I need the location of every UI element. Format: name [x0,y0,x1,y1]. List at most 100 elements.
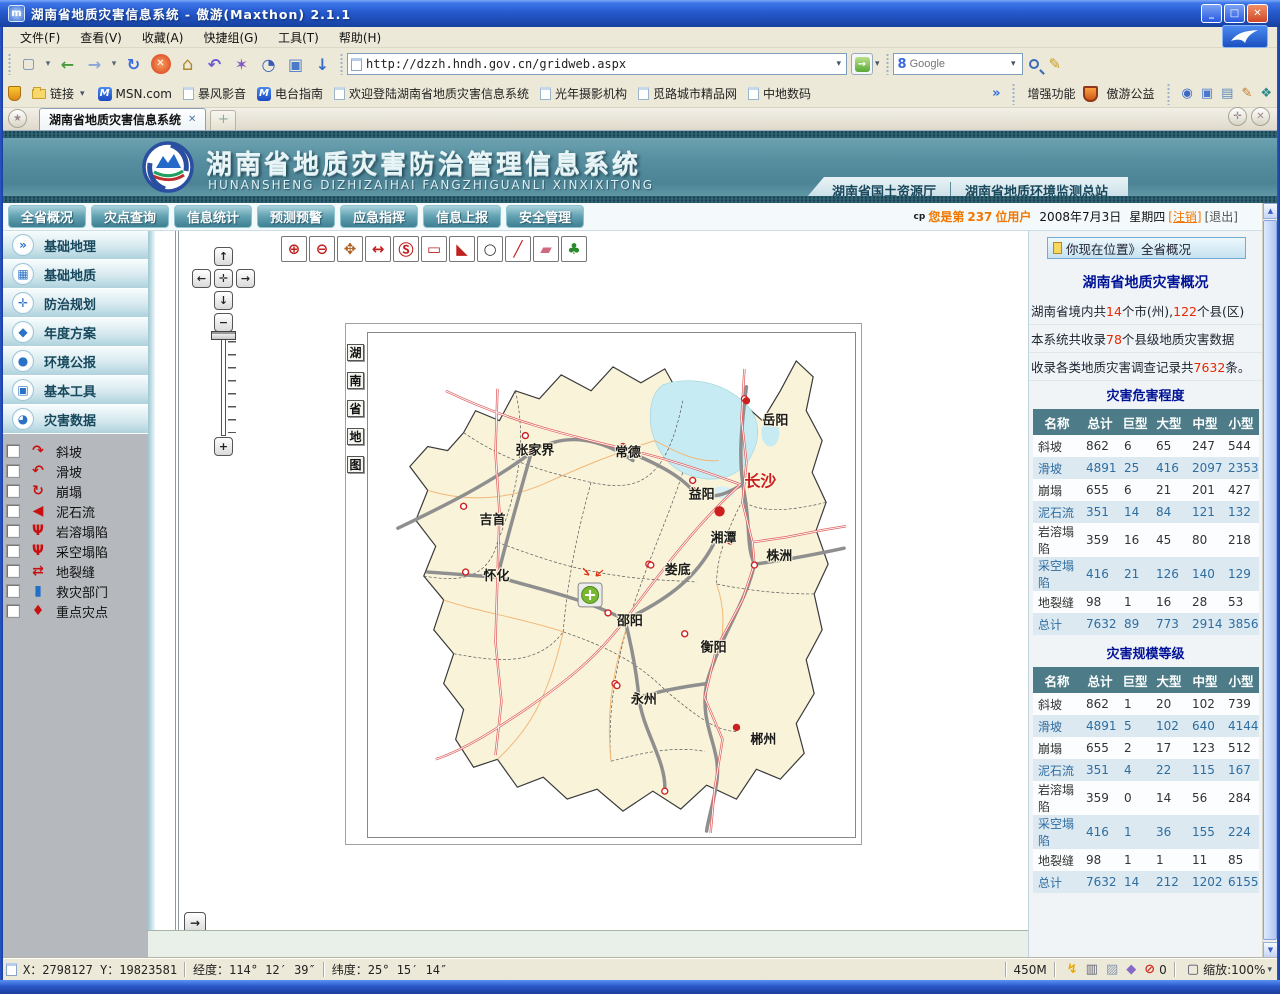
window-icon[interactable]: ▣ [1201,86,1213,101]
pan-left-button[interactable]: ← [192,269,211,288]
tab-settings-wrench-icon[interactable]: ✛ [1228,107,1247,126]
checkbox-ground-fissure[interactable] [6,564,20,578]
pan-center-button[interactable]: ✛ [214,269,233,288]
tab-close-icon[interactable]: ✕ [188,114,196,125]
checkbox-mined-collapse[interactable] [6,544,20,558]
layer-item-karst-collapse[interactable]: Ψ岩溶塌陷 [0,521,148,541]
city-dot-yiyang[interactable] [690,477,696,483]
checkbox-landslide[interactable] [6,464,20,478]
exit-link[interactable]: [退出] [1205,208,1238,225]
tab-province-overview[interactable]: 全省概况 [8,205,86,228]
zoom-level[interactable]: 缩放:100% [1203,961,1265,978]
logout-link[interactable]: [注销] [1168,208,1201,225]
skin-icon[interactable]: ❖ [1260,86,1272,101]
sidebar-item-basic-geology[interactable]: ▦基础地质 [0,260,148,289]
city-dot-chenzhou[interactable] [733,724,739,730]
menu-item-0[interactable]: 文件(F) [10,27,70,48]
go-button[interactable]: → [851,53,873,75]
close-button[interactable]: ✕ [1247,4,1268,23]
tab-info-stats[interactable]: 信息统计 [174,205,252,228]
refresh-button[interactable]: ↻ [120,51,147,77]
sidebar-item-disaster-data[interactable]: ◕灾害数据 [0,405,148,434]
panel-splitter[interactable] [148,231,155,930]
city-dot-jishou[interactable] [461,503,467,509]
go-dropdown-icon[interactable]: ▾ [873,59,882,69]
org-link-land-resources[interactable]: 湖南省国土资源厅 [832,181,936,200]
search-icon[interactable] [1029,59,1039,69]
address-input[interactable] [366,57,830,71]
sidebar-item-env-bulletin[interactable]: ●环境公报 [0,347,148,376]
measure-tool-button[interactable]: ↔ [365,236,391,262]
notes-icon[interactable]: ▤ [1221,86,1233,101]
tab-security-mgmt[interactable]: 安全管理 [506,205,584,228]
city-dot-zhangjiajie[interactable] [522,433,528,439]
resize-icon[interactable]: ▢ [1187,962,1199,977]
cleaner-icon[interactable]: ◆ [1126,962,1136,977]
printer-icon[interactable]: ▥ [1086,962,1098,977]
link-item-4[interactable]: 光年摄影机构 [540,85,627,102]
city-dot-hengyang[interactable] [682,631,688,637]
city-dot-huaihua[interactable] [463,569,469,575]
toolbar-grip[interactable] [339,53,344,75]
draw-line-tool-button[interactable]: ╱ [505,236,531,262]
menu-item-2[interactable]: 收藏(A) [132,27,194,48]
tab-emergency-command[interactable]: 应急指挥 [340,205,418,228]
back-button[interactable]: ← [54,51,81,77]
toolbar-grip[interactable] [885,53,890,75]
address-dropdown-icon[interactable]: ▾ [834,59,843,69]
menu-item-4[interactable]: 工具(T) [268,27,329,48]
layer-item-debris-flow[interactable]: ◀泥石流 [0,501,148,521]
new-tab-button[interactable]: + [210,110,236,130]
download-button[interactable]: ↓ [309,51,336,77]
new-window-icon[interactable]: ▨ [1106,962,1118,977]
sidebar-item-annual-plan[interactable]: ◆年度方案 [0,318,148,347]
zoom-out-step-button[interactable]: − [214,313,233,332]
home-button[interactable]: ⌂ [174,51,201,77]
toolbar-grip[interactable] [1166,83,1171,105]
city-dot-yueyang[interactable] [743,398,749,404]
links-folder[interactable]: 链接 ▾ [32,85,87,102]
tab-site-query[interactable]: 灾点查询 [91,205,169,228]
org-link-geo-env-station[interactable]: 湖南省地质环境监测总站 [965,181,1108,200]
menu-item-3[interactable]: 快捷组(G) [193,27,268,48]
user-icon[interactable]: ◉ [1182,86,1193,101]
zoom-dropdown-icon[interactable]: ▾ [1265,965,1274,975]
sidebar-item-basic-tools[interactable]: ▣基本工具 [0,376,148,405]
full-extent-tool-button[interactable]: Ⓢ [393,236,419,262]
layer-item-rescue-dept[interactable]: ▮救灾部门 [0,581,148,601]
link-item-1[interactable]: 暴风影音 [183,85,246,102]
city-dot-zhuzhou[interactable] [751,562,757,568]
maximize-button[interactable]: □ [1224,4,1245,23]
city-dot-yongzhou[interactable] [614,683,620,689]
minimize-button[interactable]: _ [1201,4,1222,23]
tab-active[interactable]: 湖南省地质灾害信息系统 ✕ [39,108,206,130]
link-item-2[interactable]: M电台指南 [257,85,323,102]
pan-right-button[interactable]: → [236,269,255,288]
scrollbar-thumb[interactable] [1263,220,1277,940]
stop-button[interactable]: ✕ [147,51,174,77]
poly-select-tool-button[interactable]: ◣ [449,236,475,262]
tab-info-report[interactable]: 信息上报 [423,205,501,228]
layer-item-collapse[interactable]: ↻崩塌 [0,481,148,501]
zoom-slider-handle[interactable] [211,331,236,340]
locate-tool-button[interactable] [578,583,602,607]
tab-bar-close-icon[interactable]: ✕ [1251,107,1270,126]
page-scrollbar[interactable]: ▲ ▼ [1262,203,1277,958]
history-clock-button[interactable]: ◔ [255,51,282,77]
pan-tool-button[interactable]: ✥ [337,236,363,262]
layer-item-landslide[interactable]: ↶滑坡 [0,461,148,481]
new-page-dropdown[interactable]: ▾ [42,51,54,77]
popup-blocker-icon[interactable]: ⊘ [1144,962,1155,977]
checkbox-karst-collapse[interactable] [6,524,20,538]
tab-forecast-warning[interactable]: 预测预警 [257,205,335,228]
forward-button[interactable]: → [81,51,108,77]
eraser-tool-button[interactable]: ▰ [533,236,559,262]
city-dot-shaoyang[interactable] [605,610,611,616]
rect-select-tool-button[interactable]: ▭ [421,236,447,262]
menu-item-5[interactable]: 帮助(H) [329,27,391,48]
sidebar-item-basic-geography[interactable]: »基础地理 [0,231,148,260]
link-item-0[interactable]: MMSN.com [98,87,172,101]
layer-item-slope[interactable]: ↷斜坡 [0,441,148,461]
toolbar-grip[interactable] [1011,83,1016,105]
checkbox-key-sites[interactable] [6,604,20,618]
